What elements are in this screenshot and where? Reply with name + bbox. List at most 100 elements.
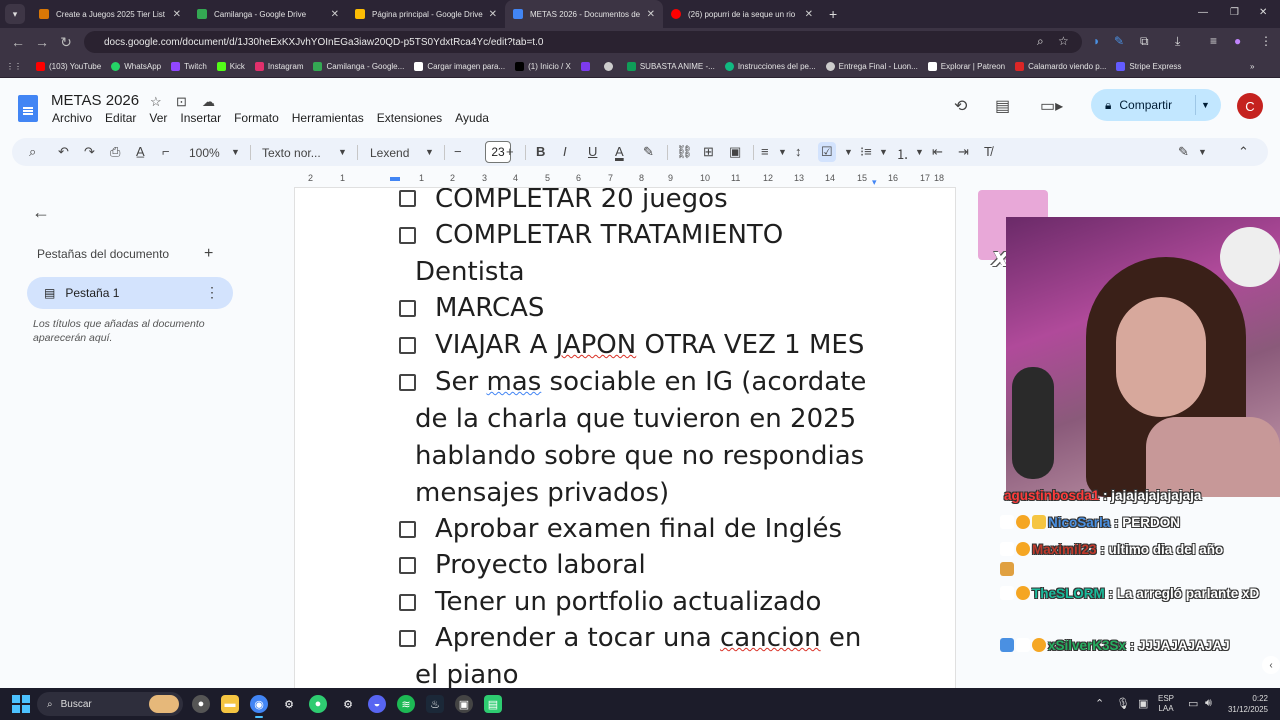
document-tab-item[interactable]: ▤ Pestaña 1 ⋮ [27,277,233,309]
minimize-icon[interactable]: — [1198,7,1208,18]
clear-formatting-icon[interactable]: T̸ [984,144,992,159]
highlight-icon[interactable]: ✎ [643,144,654,160]
bookmark-stripe[interactable]: Stripe Express [1116,62,1181,71]
align-icon[interactable]: ≡ [761,144,769,159]
discord-icon[interactable]: ◒ [368,695,386,713]
file-explorer-icon[interactable]: ▬ [221,695,239,713]
insert-link-icon[interactable]: ⛓ [676,144,693,160]
grammar-suggestion-word[interactable]: mas [486,367,541,397]
more-bookmarks-icon[interactable]: » [1250,62,1254,71]
add-tab-icon[interactable]: + [204,245,213,263]
docs-logo-icon[interactable] [18,95,38,122]
checklist-dropdown-icon[interactable]: ▼ [844,147,853,157]
menu-formato[interactable]: Formato [234,111,279,125]
checkbox[interactable] [399,557,416,574]
browser-tab[interactable]: Create a Juegos 2025 Tier List ✕ [31,0,189,28]
steam-icon[interactable]: ♨ [426,695,444,713]
app-icon[interactable]: ● [192,695,210,713]
close-panel-back-icon[interactable]: ← [32,202,50,223]
document-page[interactable]: COMPLETAR 20 juegos COMPLETAR TRATAMIENT… [294,188,956,688]
bookmark-x[interactable]: (1) Inicio / X [515,62,571,71]
bookmark-star-icon[interactable]: ☆ [1058,34,1069,48]
checkbox[interactable] [399,521,416,538]
menu-insertar[interactable]: Insertar [180,111,221,125]
history-icon[interactable]: ⟲ [954,96,967,116]
back-icon[interactable]: ← [6,34,30,50]
zoom-icon[interactable]: ⌕ [1037,34,1044,49]
redo-icon[interactable]: ↷ [84,144,95,160]
close-tab-icon[interactable]: ✕ [331,9,339,20]
indent-marker-icon[interactable] [390,177,400,181]
bullet-dropdown-icon[interactable]: ▼ [879,147,888,157]
comments-icon[interactable]: ▤ [995,96,1010,116]
close-tab-icon[interactable]: ✕ [805,9,813,20]
tray-app-icon[interactable]: ▣ [1138,697,1148,710]
app-icon[interactable]: ● [309,695,327,713]
browser-menu-icon[interactable]: ⋮ [1260,34,1272,48]
cloud-saved-icon[interactable]: ☁ [202,94,215,110]
volume-icon[interactable]: 🔊︎ [1205,697,1212,710]
menu-herramientas[interactable]: Herramientas [292,111,364,125]
bookmark-whatsapp[interactable]: WhatsApp [111,62,161,71]
increase-indent-icon[interactable]: ⇥ [958,144,969,160]
profile-icon[interactable]: ● [1234,34,1241,48]
bookmark-patreon[interactable]: Explorar | Patreon [927,62,1005,71]
move-folder-icon[interactable]: ⊡ [176,94,187,110]
checklist-icon[interactable]: ☑ [818,142,836,162]
bookmark-subasta[interactable]: SUBASTA ANIME -... [626,62,715,71]
numbered-list-icon[interactable]: ⒈ [896,144,909,163]
star-icon[interactable]: ☆ [150,94,162,110]
microphone-tray-icon[interactable]: 🎙︎ [1116,697,1130,710]
editing-mode-dropdown-icon[interactable]: ▼ [1198,147,1207,157]
close-window-icon[interactable]: ✕ [1259,7,1267,18]
bookmark-drive[interactable]: Camilanga - Google... [313,62,404,71]
bold-icon[interactable]: B [536,144,545,159]
font-select[interactable]: Lexend [370,146,409,160]
reload-icon[interactable]: ↻ [54,34,78,51]
forward-icon[interactable]: → [30,34,54,50]
zoom-dropdown-icon[interactable]: ▼ [231,147,240,157]
checkbox[interactable] [399,227,416,244]
translate-extension-icon[interactable]: ✎ [1114,34,1124,48]
tab-search-button[interactable]: ▾ [5,4,25,24]
bookmark-calamardo[interactable]: Calamardo viendo p... [1015,62,1106,71]
underline-icon[interactable]: U [588,144,597,159]
line-spacing-icon[interactable]: ↕ [795,144,802,159]
notepad-icon[interactable]: ▤ [484,695,502,713]
share-dropdown-icon[interactable]: ▼ [1201,100,1210,110]
language-indicator[interactable]: ESP LAA [1158,694,1174,714]
close-tab-icon[interactable]: ✕ [173,9,181,20]
steelseries-icon[interactable]: ⚙ [339,695,357,713]
checkbox[interactable] [399,300,416,317]
numbered-dropdown-icon[interactable]: ▼ [915,147,924,157]
menu-extensiones[interactable]: Extensiones [377,111,442,125]
document-title[interactable]: METAS 2026 [51,92,139,109]
menu-editar[interactable]: Editar [105,111,136,125]
account-avatar[interactable]: C [1237,93,1263,119]
decrease-font-icon[interactable]: − [454,144,462,159]
bookmark-instrucciones[interactable]: Instrucciones del pe... [724,62,816,71]
add-comment-icon[interactable]: ⊞ [703,144,714,160]
style-dropdown-icon[interactable]: ▼ [338,147,347,157]
undo-icon[interactable]: ↶ [58,144,69,160]
checkbox[interactable] [399,190,416,207]
search-menus-icon[interactable]: ⌕ [29,144,36,160]
bookmark-kick[interactable]: Kick [216,62,245,71]
checkbox[interactable] [399,594,416,611]
meet-icon[interactable]: ▭▸ [1040,96,1063,116]
bookmark-entrega[interactable]: Entrega Final - Luon... [825,62,918,71]
increase-font-icon[interactable]: + [506,144,514,159]
close-tab-icon[interactable]: ✕ [489,9,497,20]
bookmark-youtube[interactable]: (103) YouTube [36,62,101,71]
bulleted-list-icon[interactable]: ⁝≡ [860,144,872,160]
font-dropdown-icon[interactable]: ▼ [425,147,434,157]
taskbar-search[interactable]: ⌕ Buscar [37,692,183,716]
checkbox[interactable] [399,374,416,391]
network-icon[interactable]: ▭ [1188,697,1198,710]
bookmark-instagram[interactable]: Instagram [254,62,303,71]
apps-grid-icon[interactable]: ⋮⋮ [6,62,22,71]
decrease-indent-icon[interactable]: ⇤ [932,144,943,160]
bookmark-globe[interactable] [603,62,617,71]
bookmark-twitch[interactable]: Twitch [171,62,207,71]
browser-tab[interactable]: (26) popurri de ia seque un rio ✕ [663,0,821,28]
